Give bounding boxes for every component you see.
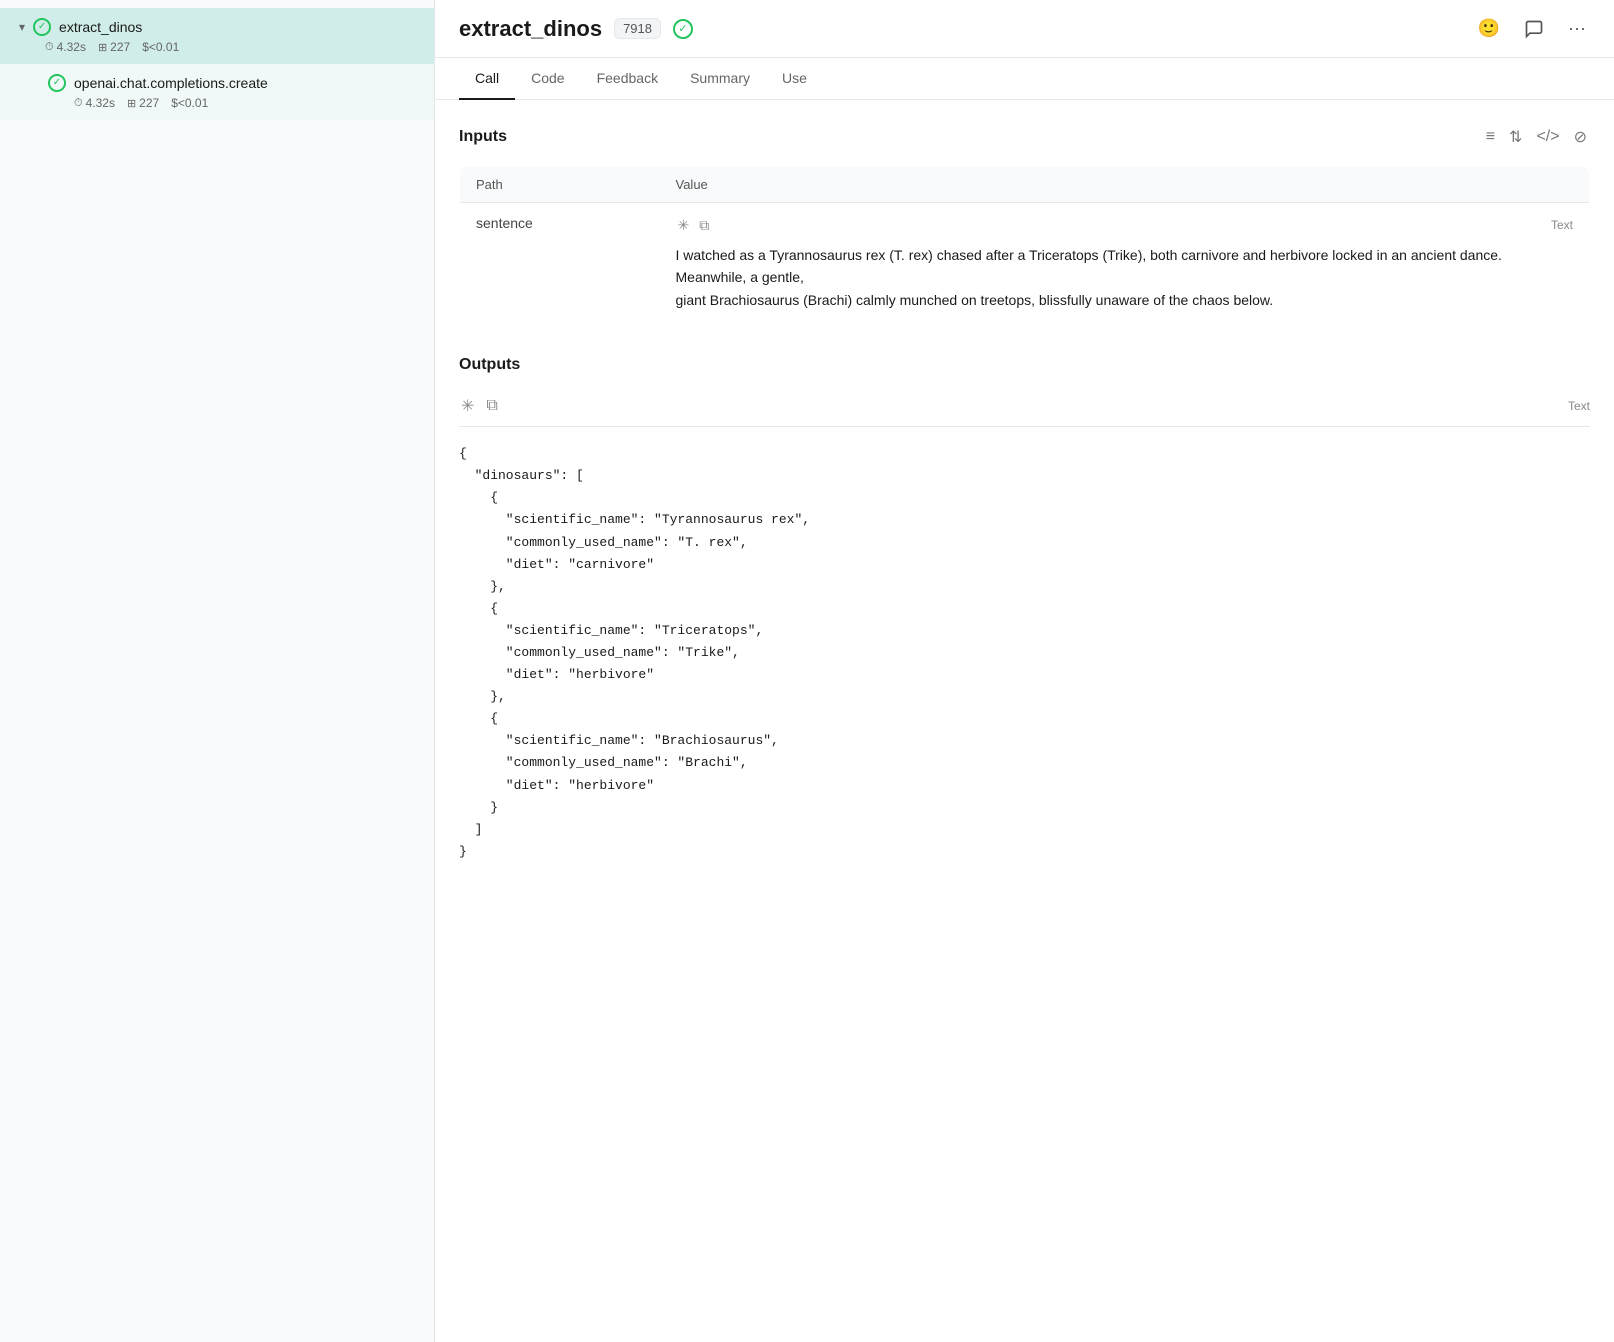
output-asterisk-button[interactable]: ✳ xyxy=(459,394,476,418)
output-code-block: { "dinosaurs": [ { "scientific_name": "T… xyxy=(459,427,1590,879)
clock-icon: ⏱ xyxy=(45,41,54,54)
more-options-button[interactable]: ··· xyxy=(1564,14,1590,43)
table-row: sentence ✳ ⧉ Text I watched as a Tyranno… xyxy=(460,203,1590,324)
grid-icon-sub: ⊞ xyxy=(127,97,136,110)
main-item-meta: ⏱ 4.32s ⊞ 227 $<0.01 xyxy=(19,40,418,54)
main-item-time: ⏱ 4.32s xyxy=(45,40,86,54)
sentence-value: I watched as a Tyrannosaurus rex (T. rex… xyxy=(676,247,1502,308)
grid-icon: ⊞ xyxy=(98,41,107,54)
hide-button[interactable]: ⊘ xyxy=(1571,124,1590,150)
outputs-title: Outputs xyxy=(459,356,520,374)
type-badge: Text xyxy=(1551,216,1573,235)
header-right: 🙂 ··· xyxy=(1474,14,1590,43)
value-cell: ✳ ⧉ Text I watched as a Tyrannosaurus re… xyxy=(660,203,1590,324)
chat-button[interactable] xyxy=(1520,15,1548,43)
main-item-tokens: ⊞ 227 xyxy=(98,40,130,54)
main-item-name: extract_dinos xyxy=(59,19,142,35)
path-cell: sentence xyxy=(460,203,660,324)
run-badge: 7918 xyxy=(614,18,661,39)
output-toolbar: ✳ ⧉ Text xyxy=(459,386,1590,427)
list-view-button[interactable]: ≡ xyxy=(1483,124,1498,150)
inputs-title: Inputs xyxy=(459,128,507,146)
copy-button[interactable]: ⧉ xyxy=(697,215,711,236)
outputs-section-header: Outputs xyxy=(459,356,1590,374)
sub-item-meta: ⏱ 4.32s ⊞ 227 $<0.01 xyxy=(48,96,418,110)
cell-actions: ✳ ⧉ Text xyxy=(676,215,1574,236)
sidebar: ▾ ✓ extract_dinos ⏱ 4.32s ⊞ 227 $<0.01 ✓ xyxy=(0,0,435,1342)
header: extract_dinos 7918 ✓ 🙂 ··· xyxy=(435,0,1614,58)
chevron-down-icon: ▾ xyxy=(19,20,25,34)
content-area: Inputs ≡ ⇅ </> ⊘ Path Value sentence xyxy=(435,100,1614,1342)
header-left: extract_dinos 7918 ✓ xyxy=(459,16,693,42)
inputs-section-header: Inputs ≡ ⇅ </> ⊘ xyxy=(459,124,1590,150)
code-view-button[interactable]: </> xyxy=(1533,124,1562,150)
tabs: Call Code Feedback Summary Use xyxy=(435,58,1614,100)
main-panel: extract_dinos 7918 ✓ 🙂 ··· Call Code Fee… xyxy=(435,0,1614,1342)
tab-feedback[interactable]: Feedback xyxy=(581,58,674,100)
status-icon-sub: ✓ xyxy=(48,74,66,92)
tab-code[interactable]: Code xyxy=(515,58,580,100)
output-type-badge: Text xyxy=(1568,399,1590,413)
tab-use[interactable]: Use xyxy=(766,58,823,100)
sidebar-item-extract-dinos[interactable]: ▾ ✓ extract_dinos ⏱ 4.32s ⊞ 227 $<0.01 xyxy=(0,8,434,64)
path-column-header: Path xyxy=(460,167,660,203)
inputs-actions: ≡ ⇅ </> ⊘ xyxy=(1483,124,1590,150)
inputs-table: Path Value sentence ✳ ⧉ Text I wa xyxy=(459,166,1590,324)
status-icon-main: ✓ xyxy=(33,18,51,36)
asterisk-button[interactable]: ✳ xyxy=(676,215,692,236)
outputs-section: Outputs ✳ ⧉ Text { "dinosaurs": [ { "sci… xyxy=(459,356,1590,879)
page-title: extract_dinos xyxy=(459,16,602,42)
sub-item-time: ⏱ 4.32s xyxy=(74,96,115,110)
emoji-button[interactable]: 🙂 xyxy=(1474,14,1504,43)
output-copy-button[interactable]: ⧉ xyxy=(484,395,499,417)
sub-item-name: openai.chat.completions.create xyxy=(74,75,268,91)
header-status-icon: ✓ xyxy=(673,19,693,39)
value-column-header: Value xyxy=(660,167,1590,203)
main-item-cost: $<0.01 xyxy=(142,40,179,54)
sub-item-cost: $<0.01 xyxy=(171,96,208,110)
sub-item-tokens: ⊞ 227 xyxy=(127,96,159,110)
tab-call[interactable]: Call xyxy=(459,58,515,100)
sidebar-item-openai[interactable]: ✓ openai.chat.completions.create ⏱ 4.32s… xyxy=(0,64,434,120)
tab-summary[interactable]: Summary xyxy=(674,58,766,100)
sort-button[interactable]: ⇅ xyxy=(1506,124,1525,150)
clock-icon-sub: ⏱ xyxy=(74,97,83,110)
